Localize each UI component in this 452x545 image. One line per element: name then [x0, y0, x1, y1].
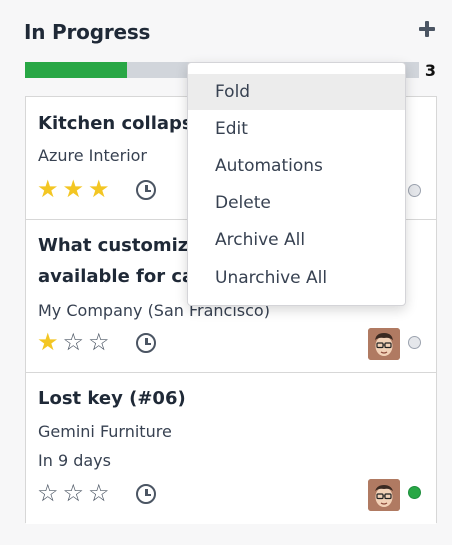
menu-item-edit[interactable]: Edit: [188, 111, 405, 147]
star-icon[interactable]: ☆: [63, 330, 85, 354]
card-title: Lost key (#06): [38, 388, 186, 409]
record-count: 3: [424, 61, 436, 80]
menu-item-archive-all[interactable]: Archive All: [188, 222, 405, 258]
column-title: In Progress: [24, 20, 151, 44]
column-dropdown-menu: Fold Edit Automations Delete Archive All…: [187, 62, 406, 306]
avatar[interactable]: [368, 328, 400, 360]
menu-item-automations[interactable]: Automations: [188, 148, 405, 184]
priority-stars[interactable]: ★ ★ ★: [37, 177, 110, 201]
menu-item-unarchive-all[interactable]: Unarchive All: [188, 260, 405, 296]
menu-item-fold[interactable]: Fold: [188, 74, 405, 110]
card-title: Kitchen collaps: [38, 113, 193, 134]
card-customer: Azure Interior: [38, 146, 148, 165]
card-title-line-2: available for ca: [38, 266, 195, 287]
avatar[interactable]: [368, 479, 400, 511]
priority-stars[interactable]: ☆ ☆ ☆: [37, 481, 110, 505]
star-icon[interactable]: ★: [88, 177, 110, 201]
star-icon[interactable]: ★: [37, 330, 59, 354]
card-deadline: In 9 days: [38, 451, 111, 470]
star-icon[interactable]: ☆: [88, 481, 110, 505]
clock-icon[interactable]: [136, 333, 156, 353]
progress-bar-fill: [25, 62, 128, 78]
status-dot[interactable]: [408, 336, 421, 349]
kanban-card[interactable]: Lost key (#06) Gemini Furniture In 9 day…: [26, 373, 436, 524]
star-icon[interactable]: ★: [63, 177, 85, 201]
star-icon[interactable]: ☆: [88, 330, 110, 354]
menu-item-delete[interactable]: Delete: [188, 185, 405, 221]
priority-stars[interactable]: ★ ☆ ☆: [37, 330, 110, 354]
card-title-line-1: What customiza: [38, 235, 201, 256]
star-icon[interactable]: ★: [37, 177, 59, 201]
star-icon[interactable]: ☆: [63, 481, 85, 505]
card-customer: Gemini Furniture: [38, 422, 172, 441]
star-icon[interactable]: ☆: [37, 481, 59, 505]
status-dot[interactable]: [408, 486, 421, 499]
clock-icon[interactable]: [136, 180, 156, 200]
status-dot[interactable]: [408, 184, 421, 197]
add-card-button[interactable]: [418, 20, 436, 38]
clock-icon[interactable]: [136, 484, 156, 504]
